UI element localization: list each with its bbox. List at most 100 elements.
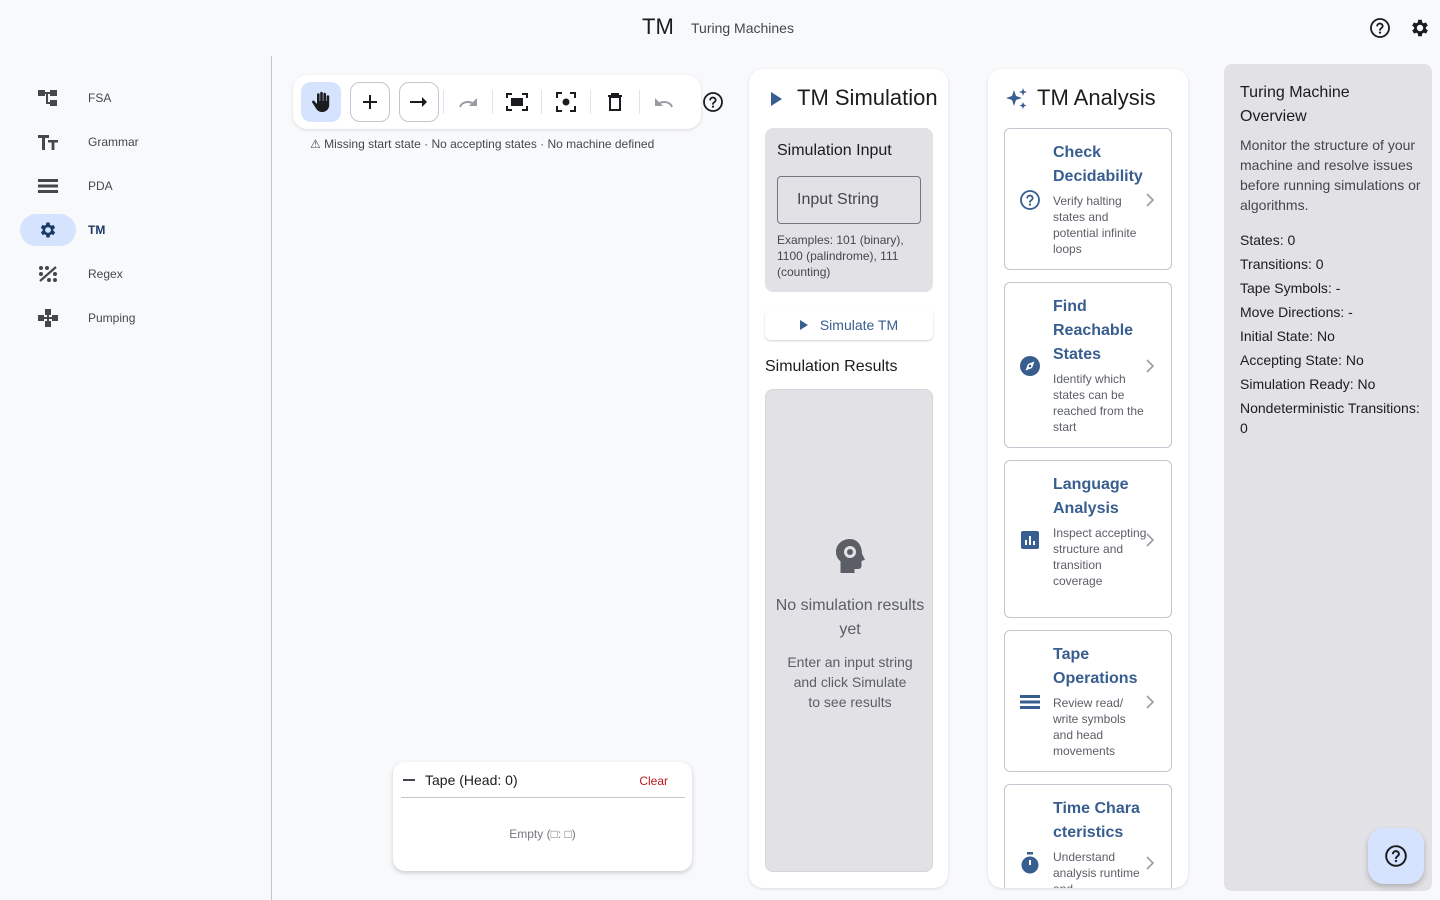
find-reachable-states-card[interactable]: Find Reachable States Identify which sta… [1004, 282, 1172, 448]
sidebar-item-tm[interactable]: TM [20, 214, 250, 246]
help-fab-button[interactable] [1368, 828, 1424, 884]
toolbar-divider [443, 90, 444, 114]
analysis-title: TM Analysis [1037, 85, 1156, 110]
sidebar-item-label: Grammar [88, 135, 139, 149]
tape-empty-text: Empty (□: □) [509, 827, 576, 841]
plus-icon [363, 95, 377, 109]
help-circle-icon [1385, 845, 1407, 867]
overview-panel: Turing Machine Overview Monitor the stru… [1224, 64, 1432, 891]
page-subtitle: Turing Machines [691, 20, 794, 36]
time-characteristics-card[interactable]: Time Chara cteristics Understand analysi… [1004, 784, 1172, 888]
add-state-button[interactable] [350, 82, 390, 122]
card-description: Verify halting states and potential infi… [1053, 194, 1137, 256]
sidebar-item-pumping[interactable]: Pumping [20, 302, 250, 334]
delete-button[interactable] [595, 82, 635, 122]
no-results-hint: Enter an input string and click Simulate… [787, 654, 913, 710]
divider [401, 797, 685, 798]
sidebar-item-regex[interactable]: Regex [20, 258, 250, 290]
overview-stats: States: 0 Transitions: 0 Tape Symbols: -… [1240, 230, 1422, 442]
list-stack-icon [37, 176, 59, 196]
help-circle-icon [703, 92, 723, 112]
machine-warning: ⚠ Missing start state · No accepting sta… [310, 137, 655, 151]
simulation-panel: TM Simulation Simulation Input Examples:… [749, 69, 948, 888]
toolbar-help-button[interactable] [693, 82, 733, 122]
redo-icon [459, 98, 477, 108]
analysis-panel: TM Analysis Check Decidability Verify ha… [988, 69, 1188, 888]
chevron-right-icon [1146, 359, 1155, 373]
check-decidability-card[interactable]: Check Decidability Verify halting states… [1004, 128, 1172, 270]
simulate-button[interactable]: Simulate TM [765, 310, 933, 340]
simulation-input-section: Simulation Input Examples: 101 (binary),… [765, 128, 933, 292]
sidebar-item-label: Pumping [88, 311, 136, 325]
sidebar-item-fsa[interactable]: FSA [20, 82, 250, 114]
fsa-tree-icon [37, 88, 59, 108]
chevron-right-icon [1146, 856, 1155, 870]
undo-icon [655, 98, 673, 108]
card-title: Tape Operations [1053, 646, 1138, 687]
undo-button[interactable] [644, 82, 684, 122]
tape-clear-button[interactable]: Clear [639, 774, 668, 788]
center-focus-icon [556, 92, 576, 112]
canvas-toolbar [293, 75, 723, 129]
timer-icon [1019, 852, 1041, 874]
text-fields-icon [37, 132, 59, 152]
simulation-header: TM Simulation [769, 85, 949, 113]
card-description: Identify which states can be reached fro… [1053, 372, 1144, 434]
sidebar: FSA Grammar PDA TM Regex Pumping [0, 56, 272, 900]
stat-tape-symbols: Tape Symbols: - [1240, 280, 1341, 296]
collapse-icon[interactable] [403, 779, 415, 781]
redo-button[interactable] [448, 82, 488, 122]
sidebar-item-grammar[interactable]: Grammar [20, 126, 250, 158]
toolbar-divider [639, 90, 640, 114]
card-description: Review read/ write symbols and head move… [1053, 696, 1126, 758]
toolbar-divider [541, 90, 542, 114]
pumping-graph-icon [37, 308, 59, 328]
tape-title: Tape (Head: 0) [425, 772, 518, 788]
stat-initial-state: Initial State: No [1240, 328, 1335, 344]
simulation-input-title: Simulation Input [777, 142, 892, 159]
sidebar-item-label: FSA [88, 91, 112, 105]
toolbar-divider [492, 90, 493, 114]
input-string-field[interactable] [777, 176, 921, 224]
chevron-right-icon [1146, 695, 1155, 709]
card-title: Check Decidability [1053, 144, 1143, 185]
simulation-results-title: Simulation Results [765, 358, 898, 375]
fit-view-button[interactable] [497, 82, 537, 122]
toolbar-divider [590, 90, 591, 114]
add-transition-button[interactable] [399, 82, 439, 122]
sidebar-item-label: PDA [88, 179, 113, 193]
arrow-right-icon [410, 97, 427, 107]
play-icon [771, 92, 782, 106]
sidebar-item-label: TM [88, 223, 106, 237]
card-title: Find Reachable States [1053, 298, 1134, 363]
page-title: TM [642, 14, 674, 39]
simulation-results-area: No simulation results yet Enter an input… [765, 389, 933, 872]
help-circle-icon[interactable] [1369, 17, 1391, 39]
card-title: Language Analysis [1053, 476, 1129, 517]
stat-accepting-state: Accepting State: No [1240, 352, 1364, 368]
stat-move-directions: Move Directions: - [1240, 304, 1353, 320]
chevron-right-icon [1146, 533, 1155, 547]
compass-icon [1019, 355, 1041, 377]
sidebar-item-pda[interactable]: PDA [20, 170, 250, 202]
stat-states: States: 0 [1240, 232, 1296, 248]
center-view-button[interactable] [546, 82, 586, 122]
input-examples: Examples: 101 (binary), 1100 (palindrome… [777, 233, 904, 279]
stat-simulation-ready: Simulation Ready: No [1240, 376, 1376, 392]
language-analysis-card[interactable]: Language Analysis Inspect accepting stru… [1004, 460, 1172, 618]
psychology-head-icon [836, 539, 865, 573]
tape-operations-card[interactable]: Tape Operations Review read/ write symbo… [1004, 630, 1172, 772]
fit-screen-icon [506, 93, 528, 111]
simulate-button-label: Simulate TM [819, 317, 899, 333]
trash-icon [608, 93, 622, 111]
list-icon [1019, 691, 1041, 713]
stat-nondeterministic-transitions: Nondeterministic Transitions: 0 [1240, 400, 1420, 436]
card-title: Time Chara cteristics [1053, 800, 1140, 841]
hand-icon [312, 91, 330, 112]
sidebar-item-label: Regex [88, 267, 123, 281]
tape-panel: Tape (Head: 0) Clear Empty (□: □) [393, 762, 692, 871]
hand-tool-button[interactable] [301, 82, 341, 122]
analytics-icon [1019, 529, 1041, 551]
gear-icon[interactable] [1409, 17, 1431, 39]
chevron-right-icon [1146, 193, 1155, 207]
